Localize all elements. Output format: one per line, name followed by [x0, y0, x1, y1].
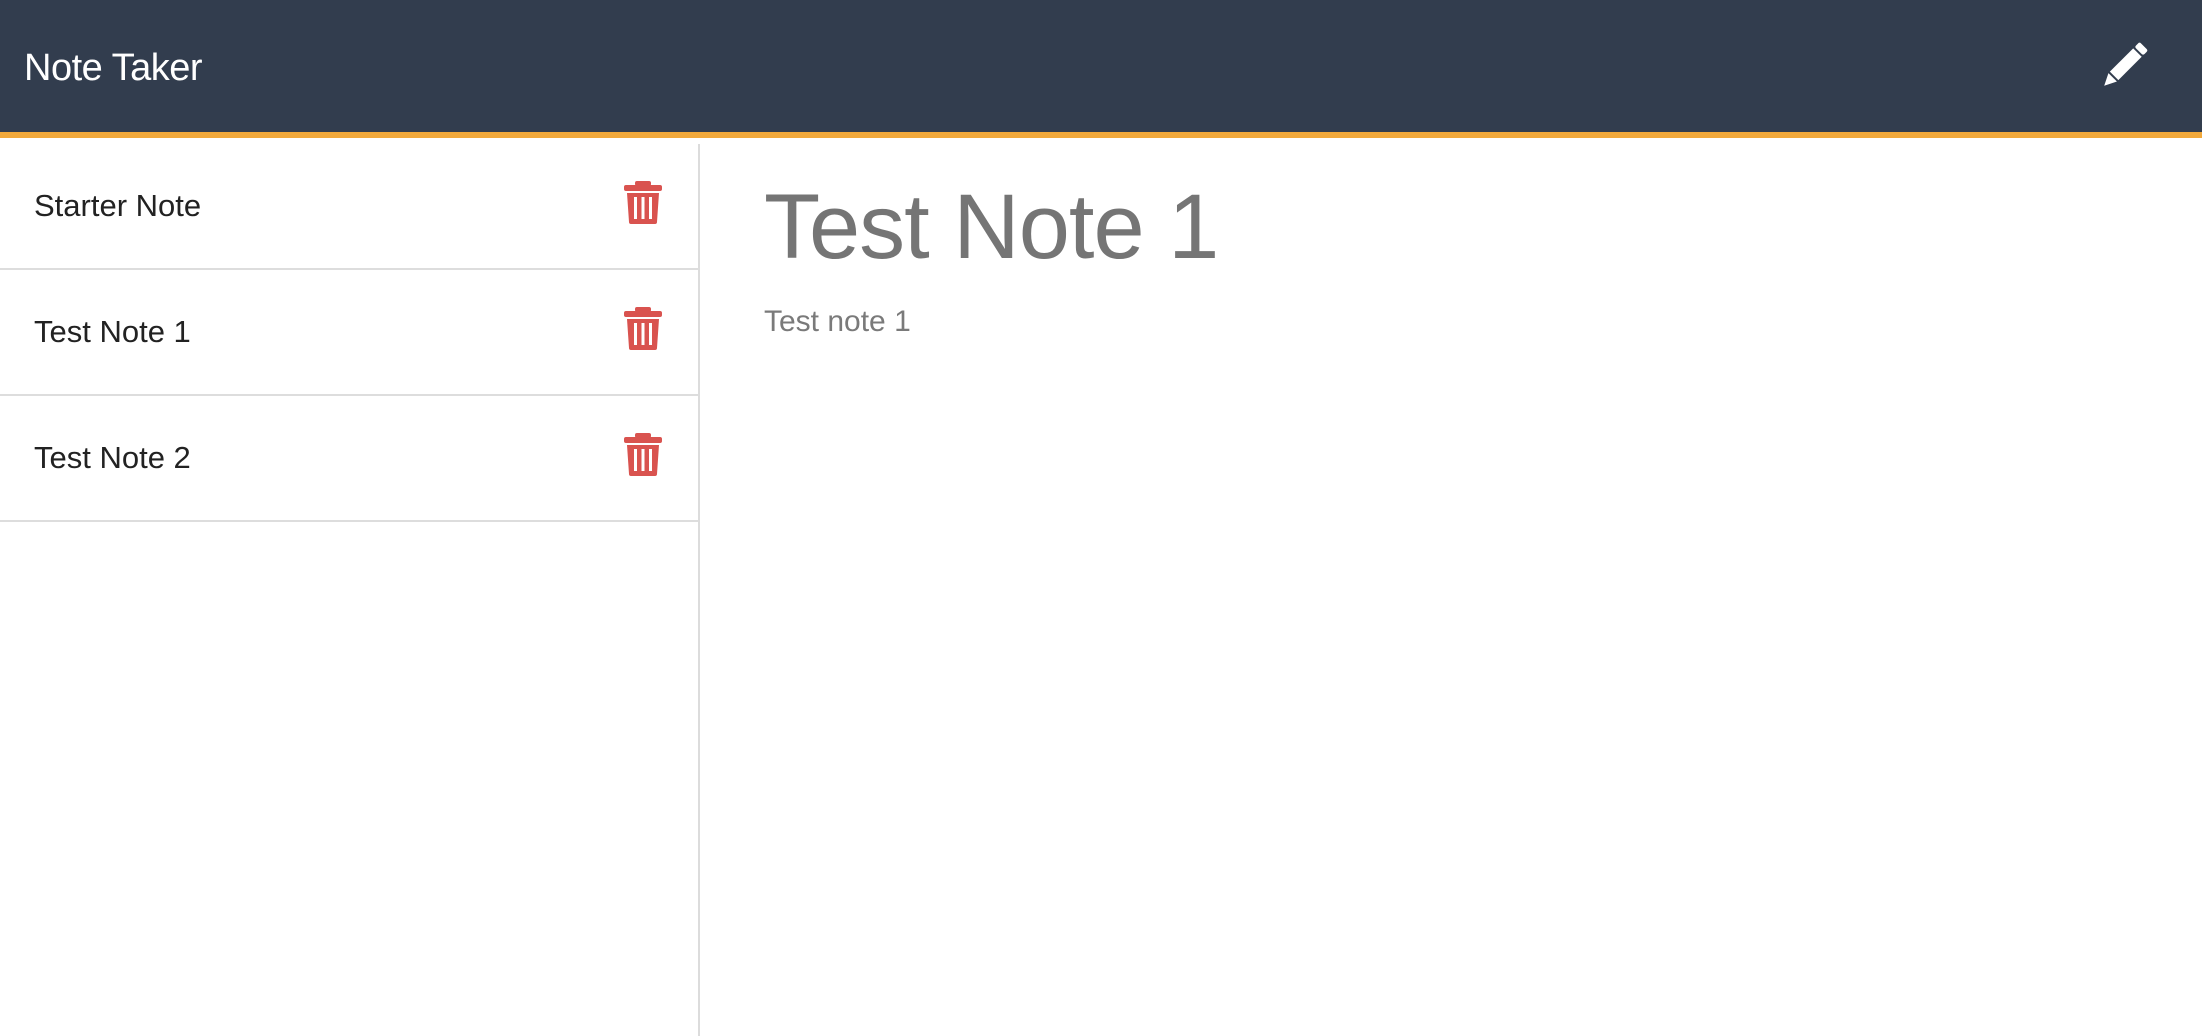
- delete-note-button[interactable]: [622, 306, 664, 350]
- delete-note-button[interactable]: [622, 180, 664, 224]
- note-title-input[interactable]: [764, 172, 2144, 282]
- delete-note-button[interactable]: [622, 432, 664, 476]
- note-list-item-title[interactable]: Test Note 1: [34, 312, 191, 352]
- pencil-icon: [2104, 42, 2148, 86]
- note-text-area[interactable]: Test note 1: [764, 302, 2144, 902]
- note-list-item[interactable]: Starter Note: [0, 144, 698, 270]
- trash-icon: [624, 433, 662, 476]
- note-list-item[interactable]: Test Note 2: [0, 396, 698, 522]
- note-list-item[interactable]: Test Note 1: [0, 270, 698, 396]
- note-list-item-title[interactable]: Test Note 2: [34, 438, 191, 478]
- new-note-button[interactable]: [2092, 34, 2156, 98]
- note-list-panel: Starter Note Test Note 1 Test Note 2: [0, 144, 700, 1036]
- note-list-item-title[interactable]: Starter Note: [34, 186, 201, 226]
- app-title[interactable]: Note Taker: [24, 46, 203, 90]
- trash-icon: [624, 181, 662, 224]
- note-editor: Test note 1: [702, 144, 2202, 1036]
- trash-icon: [624, 307, 662, 350]
- navbar: Note Taker: [0, 0, 2202, 138]
- note-list: Starter Note Test Note 1 Test Note 2: [0, 144, 698, 522]
